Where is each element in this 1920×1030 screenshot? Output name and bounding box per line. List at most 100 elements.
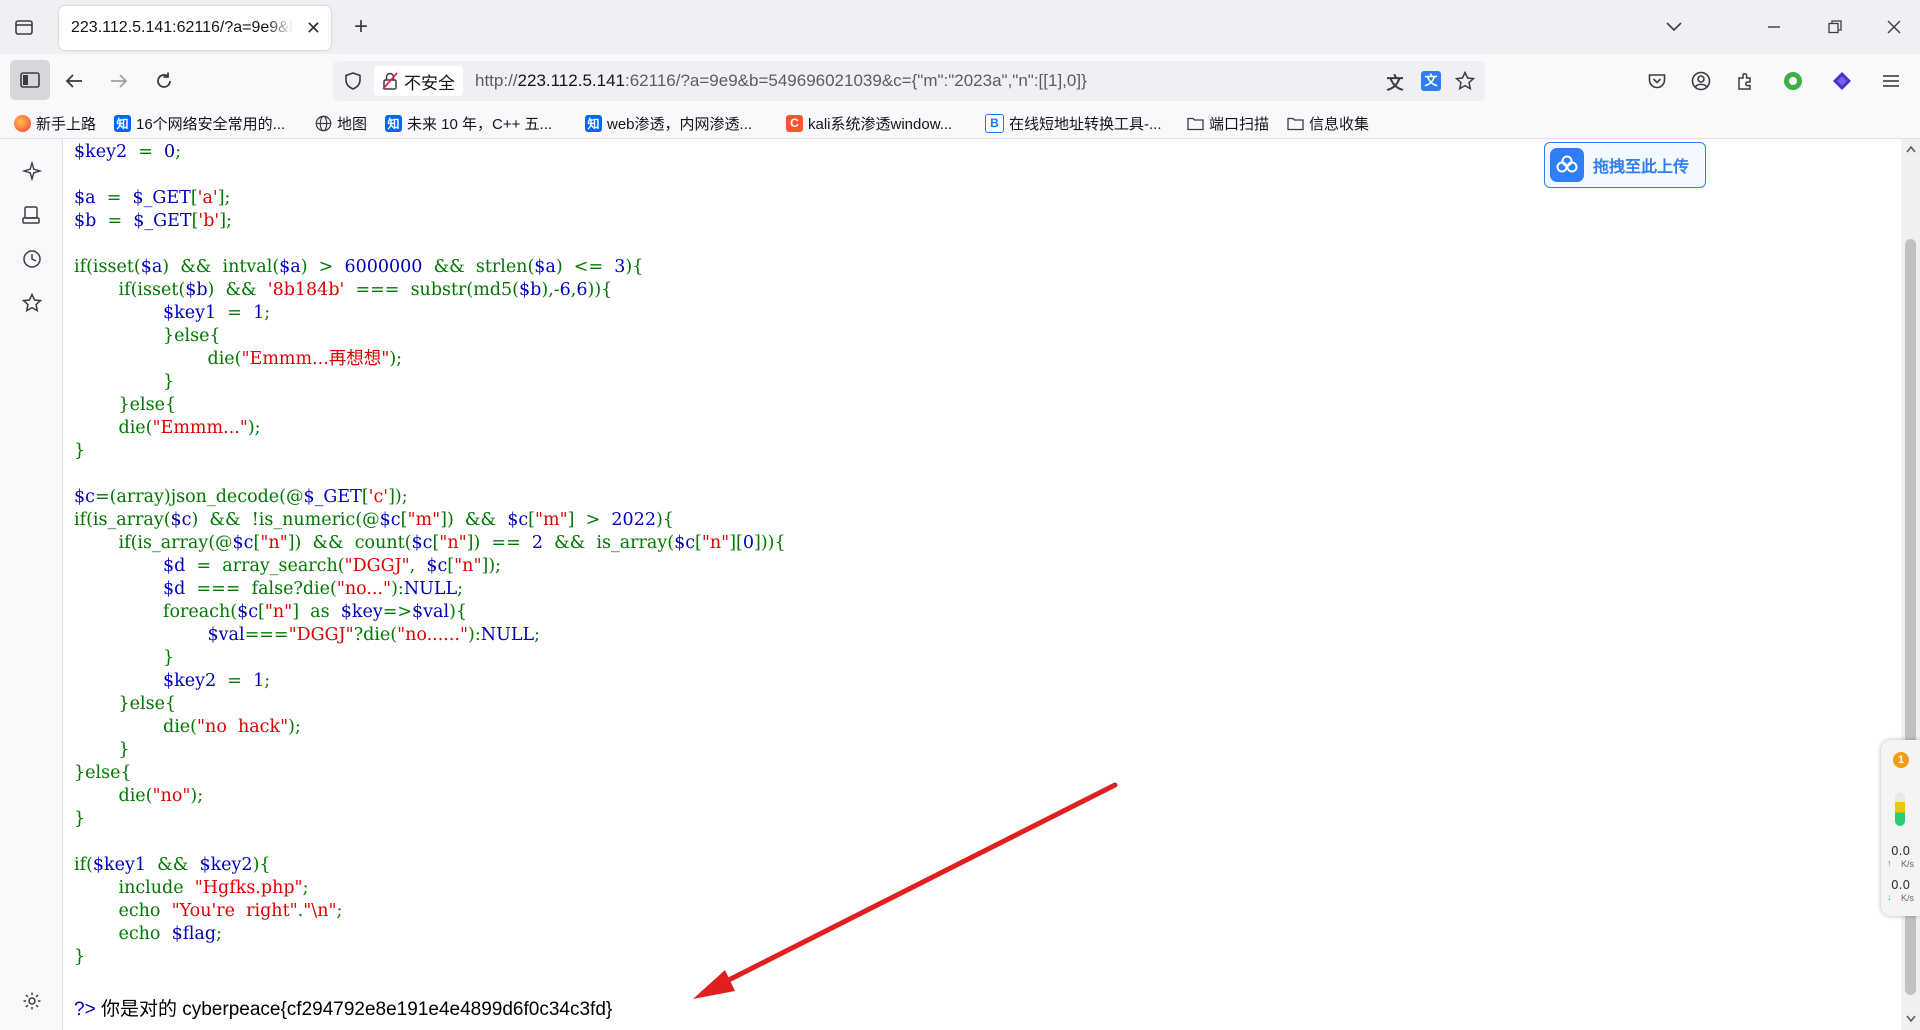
- code-token: =>: [382, 602, 413, 622]
- code-line: if(isset($a) && intval($a) > 6000000 && …: [74, 256, 786, 279]
- code-token: $c: [170, 510, 192, 530]
- code-token: )): [587, 280, 602, 300]
- code-line: }: [74, 647, 786, 670]
- code-token: ]) &&: [440, 510, 508, 530]
- code-token: $c: [232, 533, 254, 553]
- upload-label: 拖拽至此上传: [1593, 159, 1690, 176]
- history-icon[interactable]: [18, 245, 46, 273]
- code-token: ===: [244, 625, 289, 645]
- code-token: ])){: [754, 533, 786, 553]
- code-token: "no...": [336, 579, 392, 599]
- new-tab-icon[interactable]: +: [348, 13, 374, 40]
- code-token: }else{: [74, 763, 132, 783]
- bookmark-star-icon[interactable]: [1453, 69, 1477, 93]
- code-token: NULL: [480, 625, 535, 645]
- code-token: && is_array(: [543, 533, 675, 553]
- settings-gear-icon[interactable]: [18, 987, 46, 1015]
- bookmark-folder[interactable]: 信息收集: [1287, 112, 1369, 134]
- pocket-icon[interactable]: [1643, 67, 1671, 95]
- green-extension-icon[interactable]: [1779, 67, 1807, 95]
- bookmark-item[interactable]: 地图: [315, 112, 367, 134]
- code-token: ;: [302, 878, 309, 898]
- url-text[interactable]: http://223.112.5.141:62116/?a=9e9&b=5496…: [475, 71, 1087, 91]
- tracking-protection-shield-icon[interactable]: [341, 69, 365, 93]
- insecure-label: 不安全: [404, 73, 455, 93]
- code-token: ]) ==: [466, 533, 532, 553]
- upload-speed: 0.0: [1891, 844, 1911, 858]
- code-token: ;: [264, 303, 271, 323]
- restore-icon[interactable]: [1821, 14, 1849, 40]
- notification-badge: 1: [1893, 752, 1909, 768]
- forward-icon[interactable]: [105, 67, 133, 95]
- account-icon[interactable]: [1687, 67, 1715, 95]
- download-arrow-icon: ↓: [1887, 892, 1892, 902]
- code-token: "n": [264, 602, 293, 622]
- tab-list-icon[interactable]: [10, 13, 38, 41]
- code-token: =: [96, 211, 134, 231]
- upload-unit: K/s: [1901, 859, 1915, 869]
- code-token: [: [190, 188, 198, 208]
- sidebar-toggle-icon[interactable]: [10, 60, 50, 100]
- code-token: }: [74, 740, 130, 760]
- code-token: $c: [237, 602, 259, 622]
- browser-sidebar: [0, 139, 63, 1030]
- ai-chatbot-icon[interactable]: [18, 157, 46, 185]
- purple-extension-icon[interactable]: [1828, 67, 1856, 95]
- list-all-tabs-icon[interactable]: [1660, 14, 1688, 40]
- network-speed-widget[interactable]: 1 0.0 ↑ K/s 0.0 ↓ K/s: [1881, 740, 1920, 916]
- code-token: ;: [264, 671, 271, 691]
- code-line: if(isset($b) && '8b184b' === substr(md5(…: [74, 279, 786, 302]
- firefox-icon: [14, 114, 31, 132]
- bookmark-item[interactable]: 知 16个网络安全常用的...: [114, 112, 285, 134]
- close-window-icon[interactable]: [1880, 14, 1908, 40]
- bookmark-folder[interactable]: 端口扫描: [1187, 112, 1269, 134]
- code-token: $_GET: [132, 188, 191, 208]
- code-token: $c: [674, 533, 695, 553]
- app-menu-icon[interactable]: [1877, 67, 1905, 95]
- code-token: "\n": [303, 901, 337, 921]
- bookmark-item[interactable]: 新手上路: [14, 112, 96, 134]
- code-line: foreach($c["n"] as $key=>$val){: [74, 601, 786, 624]
- code-token: "m": [534, 510, 568, 530]
- code-token: }: [74, 441, 86, 461]
- bookmark-item[interactable]: Ckali系统渗透window...: [786, 112, 952, 134]
- upload-arrow-icon: ↑: [1887, 858, 1892, 868]
- synced-tabs-icon[interactable]: [18, 201, 46, 229]
- code-token: }: [74, 947, 86, 967]
- drag-upload-button[interactable]: 拖拽至此上传: [1544, 142, 1706, 188]
- extensions-icon[interactable]: [1731, 67, 1759, 95]
- back-icon[interactable]: [60, 67, 88, 95]
- csdn-icon: C: [786, 114, 803, 132]
- bookmark-item[interactable]: B 在线短地址转换工具-...: [985, 112, 1162, 134]
- tab-title: 223.112.5.141:62116/?a=9e9&b=54969602103…: [71, 19, 293, 36]
- translate-icon[interactable]: 文: [1383, 69, 1407, 93]
- code-line: die("Emmm...再想想");: [74, 348, 786, 371]
- tab-close-icon[interactable]: ✕: [306, 18, 321, 38]
- code-line: $val==="DGGJ"?die("no......"):NULL;: [74, 624, 786, 647]
- bookmark-item[interactable]: 知未来 10 年，C++ 五...: [385, 112, 552, 134]
- scroll-down-arrow-icon[interactable]: [1904, 1012, 1917, 1024]
- code-line: if($key1 && $key2){: [74, 854, 786, 877]
- bookmarks-star-icon[interactable]: [18, 289, 46, 317]
- code-token: $key2: [163, 671, 217, 691]
- reload-icon[interactable]: [150, 67, 178, 95]
- bookmark-item[interactable]: 知 web渗透，内网渗透...: [585, 112, 752, 134]
- scroll-up-arrow-icon[interactable]: [1904, 143, 1917, 155]
- connection-not-secure-indicator[interactable]: 不安全: [374, 66, 463, 96]
- code-token: [: [528, 510, 535, 530]
- code-token: }: [74, 809, 86, 829]
- code-line: $c=(array)json_decode(@$_GET['c']);: [74, 486, 786, 509]
- active-tab[interactable]: 223.112.5.141:62116/?a=9e9&b=54969602103…: [59, 6, 331, 50]
- code-token: "Emmm...": [152, 418, 248, 438]
- translate-extension-icon[interactable]: 文: [1419, 69, 1443, 93]
- code-token: "no hack": [197, 717, 289, 737]
- minimize-icon[interactable]: [1760, 14, 1788, 40]
- code-token: "You're right": [171, 901, 298, 921]
- download-speed: 0.0: [1891, 878, 1911, 892]
- insecure-lock-icon: [382, 72, 398, 95]
- url-bar[interactable]: 不安全 http://223.112.5.141:62116/?a=9e9&b=…: [333, 61, 1485, 101]
- code-token: =: [216, 303, 254, 323]
- code-token: && strlen(: [422, 257, 535, 277]
